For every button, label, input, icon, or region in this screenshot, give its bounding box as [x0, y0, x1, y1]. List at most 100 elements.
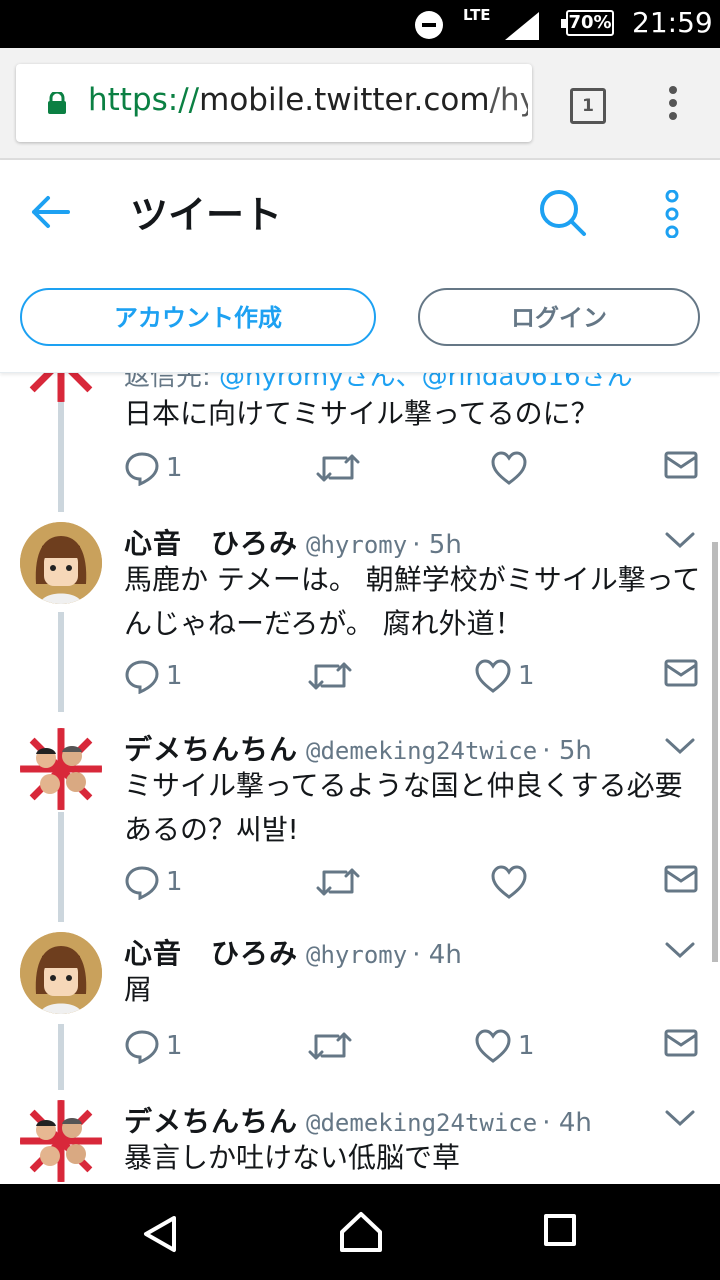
retweet-icon [316, 454, 360, 482]
retweet-button[interactable] [308, 658, 358, 694]
signal-icon [505, 12, 539, 40]
nav-home-icon[interactable] [338, 1210, 384, 1254]
heart-icon [491, 451, 527, 485]
direct-message-button[interactable] [664, 864, 698, 894]
tweet[interactable]: デメちんちん @demeking24twice · 5h ミサイル撃ってるような国… [0, 728, 720, 918]
battery-indicator: 70% [561, 10, 614, 36]
nav-recents-icon[interactable] [544, 1214, 576, 1246]
reply-button[interactable]: 1 [124, 658, 183, 694]
tweet[interactable]: デメちんちん @demeking24twice · 4h 暴言しか吐けない低脳で草 [0, 1100, 720, 1184]
user-handle[interactable]: @demeking24twice [306, 1109, 537, 1137]
like-button[interactable] [490, 450, 534, 486]
tweet-text: 屑 [124, 973, 153, 1006]
browser-menu-icon[interactable] [668, 86, 678, 126]
display-name[interactable]: 心音 ひろみ [124, 527, 298, 560]
reply-to-prefix: 返信先: [124, 372, 220, 392]
reply-button[interactable]: 1 [124, 1028, 183, 1064]
display-name[interactable]: デメちんちん [124, 733, 298, 766]
heart-icon [475, 1029, 511, 1063]
tweet-actions: 1 1 [124, 658, 704, 698]
reply-button[interactable]: 1 [124, 450, 183, 486]
tweet-text: 日本に向けてミサイル撃ってるのに？ [124, 397, 599, 430]
page-title: ツイート [130, 193, 283, 237]
tweet-text: ミサイル撃ってるような国と仲良くする必要あるの？씨발! [124, 769, 683, 846]
envelope-icon [664, 659, 698, 687]
clock: 21:59 [632, 6, 713, 39]
retweet-button[interactable] [316, 450, 366, 486]
tweet[interactable]: 心音 ひろみ @hyromy · 5h 馬鹿か テメーは。 朝鮮学校がミサイル撃っ… [0, 522, 720, 712]
tweet-text: 馬鹿か テメーは。 朝鮮学校がミサイル撃ってんじゃねーだろが。 腐れ外道！ [124, 563, 701, 640]
avatar[interactable] [20, 372, 102, 402]
envelope-icon [664, 1029, 698, 1057]
user-handle[interactable]: @hyromy [306, 941, 407, 969]
do-not-disturb-icon [415, 11, 443, 39]
heart-icon [491, 865, 527, 899]
avatar[interactable] [20, 1100, 102, 1182]
address-bar[interactable]: https://mobile.twitter.com/hyromy/status [16, 64, 532, 142]
envelope-icon [664, 451, 698, 479]
reply-to-handles[interactable]: @hyromyさん、@rinda0616さん [219, 372, 633, 392]
browser-toolbar: https://mobile.twitter.com/hyromy/status… [0, 48, 720, 160]
more-options-icon[interactable] [662, 190, 682, 238]
chevron-down-icon[interactable] [664, 736, 696, 756]
tweet[interactable]: 返信先: @hyromyさん、@rinda0616さん 日本に向けてミサイル撃っ… [0, 372, 720, 512]
url-host: mobile.twitter.com [199, 82, 490, 118]
display-name[interactable]: 心音 ひろみ [124, 937, 298, 970]
direct-message-button[interactable] [664, 1028, 698, 1058]
reply-count: 1 [166, 1031, 183, 1061]
retweet-button[interactable] [316, 864, 366, 900]
reply-button[interactable]: 1 [124, 864, 183, 900]
retweet-icon [308, 662, 352, 690]
avatar[interactable] [20, 728, 102, 810]
chevron-down-icon[interactable] [664, 940, 696, 960]
tweet-header: デメちんちん @demeking24twice · 5h [124, 728, 592, 768]
tweet-actions: 1 1 [124, 1028, 704, 1068]
like-count: 1 [518, 661, 535, 691]
like-button[interactable]: 1 [474, 658, 535, 694]
nav-back-icon[interactable] [140, 1214, 180, 1254]
reply-to-line: 返信先: @hyromyさん、@rinda0616さん [124, 372, 633, 393]
login-button[interactable]: ログイン [418, 288, 700, 346]
user-handle[interactable]: @demeking24twice [306, 737, 537, 765]
tab-switcher-button[interactable]: 1 [570, 88, 606, 124]
url-scheme: https:// [88, 82, 200, 118]
user-handle[interactable]: @hyromy [306, 531, 407, 559]
avatar[interactable] [20, 522, 102, 604]
chevron-down-icon[interactable] [664, 1108, 696, 1128]
tweet-timeline[interactable]: 返信先: @hyromyさん、@rinda0616さん 日本に向けてミサイル撃っ… [0, 372, 720, 1184]
tweet-actions: 1 [124, 864, 704, 904]
lock-icon [48, 92, 66, 114]
search-icon[interactable] [538, 188, 588, 238]
reply-icon [125, 866, 159, 900]
reply-icon [125, 1030, 159, 1064]
status-bar: LTE 70% 21:59 [0, 0, 720, 48]
reply-icon [125, 452, 159, 486]
tweet[interactable]: 心音 ひろみ @hyromy · 4h 屑 1 1 [0, 932, 720, 1082]
create-account-button[interactable]: アカウント作成 [20, 288, 376, 346]
tweet-header: 心音 ひろみ @hyromy · 4h [124, 932, 462, 972]
like-count: 1 [518, 1031, 535, 1061]
twitter-header: ツイート アカウント作成 ログイン [0, 160, 720, 373]
tweet-actions: 1 [124, 450, 704, 490]
retweet-icon [308, 1032, 352, 1060]
url-text: https://mobile.twitter.com/hyromy/status [88, 82, 528, 118]
tweet-header: デメちんちん @demeking24twice · 4h [124, 1100, 592, 1140]
direct-message-button[interactable] [664, 450, 698, 480]
retweet-button[interactable] [308, 1028, 358, 1064]
back-arrow-icon[interactable] [28, 190, 72, 234]
system-navigation-bar [0, 1184, 720, 1280]
network-type: LTE [463, 6, 491, 24]
tweet-timestamp[interactable]: · 5h [542, 736, 592, 766]
tweet-timestamp[interactable]: · 5h [412, 530, 462, 560]
direct-message-button[interactable] [664, 658, 698, 688]
avatar[interactable] [20, 932, 102, 1014]
tweet-timestamp[interactable]: · 4h [412, 940, 462, 970]
tweet-timestamp[interactable]: · 4h [542, 1108, 592, 1138]
reply-count: 1 [166, 453, 183, 483]
display-name[interactable]: デメちんちん [124, 1105, 298, 1138]
like-button[interactable]: 1 [474, 1028, 535, 1064]
chevron-down-icon[interactable] [664, 530, 696, 550]
like-button[interactable] [490, 864, 534, 900]
url-path: /hyromy/status [489, 82, 528, 118]
reply-count: 1 [166, 867, 183, 897]
